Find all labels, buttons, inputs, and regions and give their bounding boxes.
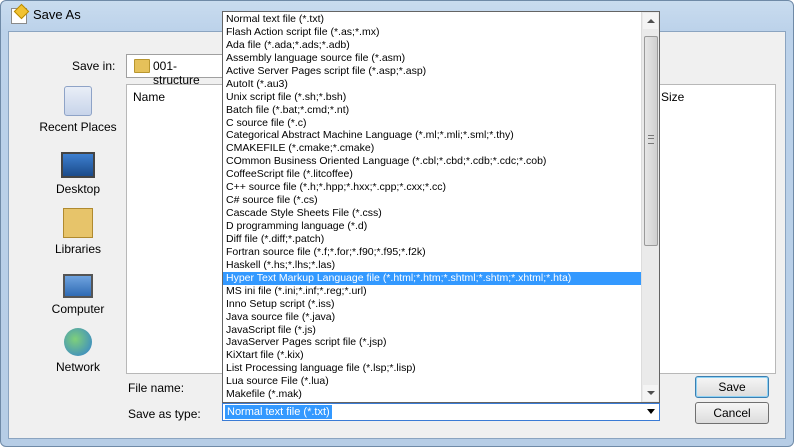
file-type-option[interactable]: CMAKEFILE (*.cmake;*.cmake) (223, 142, 643, 155)
file-name-label: File name: (128, 381, 185, 395)
file-type-option[interactable]: D programming language (*.d) (223, 220, 643, 233)
file-type-option[interactable]: Inno Setup script (*.iss) (223, 298, 643, 311)
file-type-option[interactable]: C++ source file (*.h;*.hpp;*.hxx;*.cpp;*… (223, 181, 643, 194)
place-computer[interactable]: Computer (36, 268, 120, 316)
save-as-type-value: Normal text file (*.txt) (225, 405, 332, 419)
place-desktop[interactable]: Desktop (36, 146, 120, 196)
save-as-icon (11, 8, 27, 24)
place-label: Libraries (54, 242, 102, 256)
column-header-size[interactable]: Size (661, 90, 684, 104)
file-type-option[interactable]: List Processing language file (*.lsp;*.l… (223, 362, 643, 375)
file-type-option[interactable]: MS ini file (*.ini;*.inf;*.reg;*.url) (223, 285, 643, 298)
place-libraries[interactable]: Libraries (36, 208, 120, 256)
file-type-dropdown-list[interactable]: Normal text file (*.txt) Flash Action scr… (222, 11, 660, 403)
file-type-option[interactable]: Java source file (*.java) (223, 311, 643, 324)
file-type-option[interactable]: Flash Action script file (*.as;*.mx) (223, 26, 643, 39)
place-label: Desktop (55, 182, 101, 196)
file-type-option[interactable]: Makefile (*.mak) (223, 388, 643, 401)
save-in-combobox[interactable]: 001-structure (126, 54, 224, 87)
file-type-option[interactable]: Unix script file (*.sh;*.bsh) (223, 91, 643, 104)
grip-icon (648, 135, 654, 144)
cancel-button[interactable]: Cancel (695, 402, 769, 424)
place-network[interactable]: Network (36, 328, 120, 374)
file-type-option[interactable]: Haskell (*.hs;*.lhs;*.las) (223, 259, 643, 272)
libraries-icon (63, 208, 93, 238)
file-type-option[interactable]: Hyper Text Markup Language file (*.html;… (223, 271, 643, 285)
place-label: Recent Places (39, 120, 117, 134)
computer-icon (63, 274, 93, 298)
file-type-option[interactable]: Categorical Abstract Machine Language (*… (223, 129, 643, 142)
folder-icon (134, 59, 150, 73)
file-type-option[interactable]: Lua source File (*.lua) (223, 375, 643, 388)
file-type-options: Normal text file (*.txt) Flash Action scr… (223, 13, 643, 401)
save-in-folder: 001-structure (153, 59, 200, 87)
file-type-option[interactable]: Batch file (*.bat;*.cmd;*.nt) (223, 104, 643, 117)
save-as-type-select[interactable]: Normal text file (*.txt) (222, 403, 660, 421)
file-type-option[interactable]: C source file (*.c) (223, 117, 643, 130)
desktop-icon (61, 152, 95, 178)
places-bar: Recent Places Desktop Libraries Computer… (36, 82, 120, 392)
file-type-option[interactable]: AutoIt (*.au3) (223, 78, 643, 91)
scroll-thumb[interactable] (644, 36, 658, 246)
file-type-option[interactable]: JavaServer Pages script file (*.jsp) (223, 336, 643, 349)
window-title: Save As (33, 7, 81, 22)
file-type-option[interactable]: Diff file (*.diff;*.patch) (223, 233, 643, 246)
file-type-option[interactable]: KiXtart file (*.kix) (223, 349, 643, 362)
dropdown-scrollbar[interactable] (641, 12, 659, 402)
scroll-down-icon[interactable] (643, 385, 658, 401)
place-label: Computer (51, 302, 105, 316)
file-type-option[interactable]: CoffeeScript file (*.litcoffee) (223, 168, 643, 181)
save-as-type-label: Save as type: (128, 407, 201, 421)
file-type-option[interactable]: Fortran source file (*.f;*.for;*.f90;*.f… (223, 246, 643, 259)
file-type-option[interactable]: COmmon Business Oriented Language (*.cbl… (223, 155, 643, 168)
file-type-option[interactable]: C# source file (*.cs) (223, 194, 643, 207)
place-recent-places[interactable]: Recent Places (36, 86, 120, 134)
recent-places-icon (64, 86, 92, 116)
file-type-option[interactable]: JavaScript file (*.js) (223, 324, 643, 337)
column-header-name[interactable]: Name (133, 90, 165, 104)
save-button[interactable]: Save (695, 376, 769, 398)
network-icon (64, 328, 92, 356)
file-type-option[interactable]: Active Server Pages script file (*.asp;*… (223, 65, 643, 78)
scroll-up-icon[interactable] (643, 13, 658, 29)
file-type-option[interactable]: Normal text file (*.txt) (223, 13, 643, 26)
file-type-option[interactable]: Assembly language source file (*.asm) (223, 52, 643, 65)
save-in-label: Save in: (72, 59, 116, 73)
file-type-option[interactable]: Ada file (*.ada;*.ads;*.adb) (223, 39, 643, 52)
place-label: Network (55, 360, 100, 374)
file-type-option[interactable]: Cascade Style Sheets File (*.css) (223, 207, 643, 220)
chevron-down-icon (647, 409, 655, 414)
